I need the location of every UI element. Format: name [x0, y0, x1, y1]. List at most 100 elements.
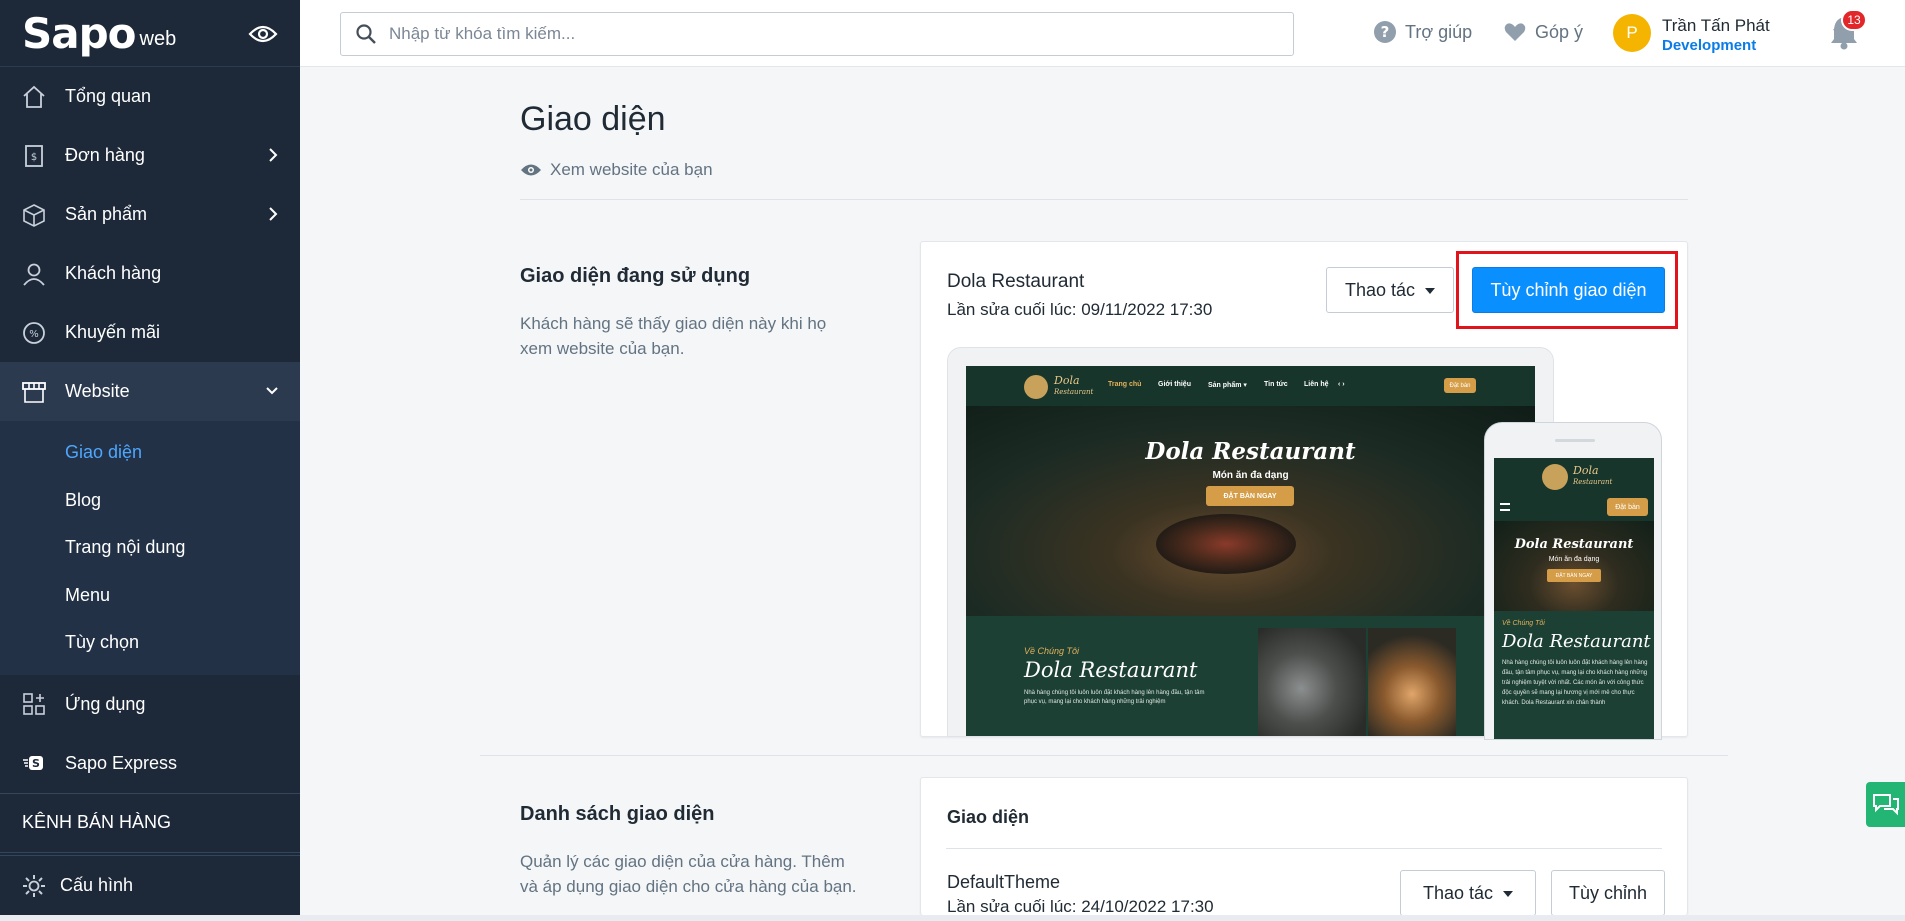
- sapo-logo[interactable]: Sapo web: [0, 0, 300, 67]
- preview-hero-title: Dola Restaurant: [1145, 438, 1356, 465]
- desktop-preview-screen: Dola Restaurant Trang chủ Giới thiệu Sản …: [966, 366, 1535, 736]
- current-theme-name: Dola Restaurant: [947, 271, 1085, 292]
- current-theme-heading: Giao diện đang sử dụng: [520, 265, 751, 287]
- feedback-link[interactable]: Góp ý: [1503, 20, 1583, 44]
- theme-list-heading: Danh sách giao diện: [520, 803, 715, 825]
- user-role: Development: [1662, 37, 1757, 54]
- help-label: Trợ giúp: [1405, 21, 1473, 42]
- submenu-item-blog[interactable]: Blog: [0, 477, 300, 525]
- store-icon: [20, 378, 48, 406]
- phone-speaker: [1555, 439, 1595, 442]
- preview-hero-title: Dola Restaurant: [1514, 537, 1634, 552]
- divider: [480, 755, 1728, 756]
- sidebar-item-products[interactable]: Sản phẩm: [0, 185, 300, 244]
- preview-about-text: Nhà hàng chúng tôi luôn luôn đặt khách h…: [1024, 690, 1205, 705]
- user-name[interactable]: Trần Tấn Phát: [1662, 16, 1770, 36]
- preview-about-sub: Về Chúng Tôi: [1024, 646, 1080, 656]
- help-link[interactable]: ? Trợ giúp: [1373, 20, 1472, 44]
- current-theme-actions-button[interactable]: Thao tác: [1326, 267, 1454, 313]
- sidebar-item-label: Ứng dụng: [65, 693, 146, 714]
- preview-food-image: [1368, 628, 1456, 736]
- chevron-right-icon: [269, 148, 278, 162]
- preview-hero-subtitle: Món ăn đa dạng: [1548, 556, 1600, 563]
- preview-about-text: Nhà hàng chúng tôi luôn luôn đặt khách h…: [1502, 660, 1648, 706]
- sidebar: Sapo web Tổng quan $ Đơn hàng Sản phẩm K…: [0, 0, 300, 915]
- submenu-item-themes[interactable]: Giao diện: [0, 429, 300, 477]
- preview-brand-line2: Restaurant: [1054, 388, 1094, 396]
- preview-brand-line1: Dola: [1573, 464, 1599, 477]
- svg-text:%: %: [29, 329, 39, 340]
- view-website-label: Xem website của bạn: [550, 160, 713, 179]
- sales-channels-heading: KÊNH BÁN HÀNG: [0, 792, 300, 853]
- search-input[interactable]: [389, 24, 1269, 44]
- eye-icon[interactable]: [248, 24, 278, 44]
- sidebar-item-label: Đơn hàng: [65, 145, 145, 165]
- sidebar-item-overview[interactable]: Tổng quan: [0, 67, 300, 126]
- theme-list-customize-button[interactable]: Tùy chỉnh: [1551, 870, 1665, 916]
- preview-brand-line1: Dola: [1054, 374, 1080, 387]
- theme-list-description: Quản lý các giao diện của cửa hàng. Thêm…: [520, 852, 857, 896]
- preview-brand: Dola Restaurant: [1054, 374, 1094, 397]
- chevron-right-icon: [269, 207, 278, 221]
- divider: [946, 848, 1662, 849]
- view-website-link[interactable]: Xem website của bạn: [520, 160, 713, 180]
- preview-menu-item: Giới thiệu: [1158, 381, 1191, 388]
- preview-menu-item: Liên hệ: [1304, 381, 1329, 388]
- apps-icon: [20, 690, 48, 718]
- order-icon: $: [20, 142, 48, 170]
- sidebar-item-config[interactable]: Cấu hình: [0, 855, 300, 915]
- search-box[interactable]: [340, 12, 1294, 56]
- sidebar-item-apps[interactable]: Ứng dụng: [0, 675, 300, 734]
- submenu-item-options[interactable]: Tùy chọn: [0, 619, 300, 667]
- heart-icon: [1504, 23, 1526, 41]
- preview-about: Về Chúng Tôi Dola Restaurant Nhà hàng ch…: [966, 616, 1535, 736]
- website-submenu: Giao diện Blog Trang nội dung Menu Tùy c…: [0, 421, 300, 675]
- chat-button[interactable]: [1866, 782, 1905, 827]
- theme-list-item-name: DefaultTheme: [947, 872, 1061, 892]
- box-icon: [20, 201, 48, 229]
- highlight-box: [1456, 251, 1678, 329]
- actions-label: Thao tác: [1422, 882, 1494, 903]
- hamburger-icon: [1500, 503, 1510, 511]
- avatar[interactable]: P: [1613, 14, 1651, 52]
- theme-list-actions-button[interactable]: Thao tác: [1400, 870, 1536, 916]
- sidebar-item-customers[interactable]: Khách hàng: [0, 244, 300, 303]
- preview-logo: [1542, 464, 1568, 490]
- desktop-preview: Dola Restaurant Trang chủ Giới thiệu Sản …: [947, 347, 1554, 737]
- submenu-item-pages[interactable]: Trang nội dung: [0, 524, 300, 572]
- caret-down-icon: [1503, 891, 1514, 897]
- sidebar-item-promotions[interactable]: % Khuyến mãi: [0, 303, 300, 362]
- preview-about-title: Dola Restaurant: [1502, 631, 1651, 652]
- feedback-label: Góp ý: [1535, 21, 1584, 42]
- mobile-preview-hero: Dola Restaurant Món ăn đa dạng ĐẶT BÀN N…: [1494, 521, 1654, 611]
- preview-about-sub: Về Chúng Tôi: [1502, 620, 1545, 627]
- sidebar-item-orders[interactable]: $ Đơn hàng: [0, 126, 300, 185]
- preview-dish-image: [1156, 514, 1296, 574]
- user-icon: [20, 260, 48, 288]
- svg-text:?: ?: [1381, 23, 1390, 41]
- search-icon: [356, 24, 376, 44]
- theme-list-card-title: Giao diện: [947, 807, 1030, 827]
- mobile-preview-screen: Dola Restaurant Đặt bàn Dola Restaurant M…: [1494, 458, 1654, 739]
- submenu-item-menu[interactable]: Menu: [0, 572, 300, 620]
- express-icon: S: [20, 749, 48, 777]
- preview-hero-cta: ĐẶT BÀN NGAY: [1206, 486, 1294, 506]
- discount-icon: %: [20, 319, 48, 347]
- sidebar-item-label: Khuyến mãi: [65, 322, 161, 342]
- preview-navbar: Dola Restaurant Trang chủ Giới thiệu Sản …: [966, 366, 1535, 406]
- preview-menu-item: Sản phẩm ▾: [1208, 382, 1247, 389]
- eye-icon: [521, 164, 541, 176]
- sidebar-item-label: Website: [65, 381, 130, 401]
- preview-hero-subtitle: Món ăn đa dạng: [1212, 470, 1289, 481]
- sidebar-item-label: Sapo Express: [65, 752, 178, 773]
- mobile-preview: Dola Restaurant Đặt bàn Dola Restaurant M…: [1484, 422, 1662, 740]
- preview-food-image: [1258, 628, 1366, 736]
- preview-book-button: Đặt bàn: [1607, 498, 1648, 516]
- svg-text:$: $: [31, 152, 37, 163]
- preview-menu-item: Trang chủ: [1108, 381, 1142, 388]
- preview-menu-item: ‹ ›: [1338, 381, 1345, 388]
- sidebar-item-label: Khách hàng: [65, 263, 162, 283]
- sidebar-item-sapo-express[interactable]: S Sapo Express: [0, 734, 300, 793]
- horizontal-scrollbar[interactable]: [0, 915, 1905, 921]
- sidebar-item-website[interactable]: Website: [0, 362, 300, 421]
